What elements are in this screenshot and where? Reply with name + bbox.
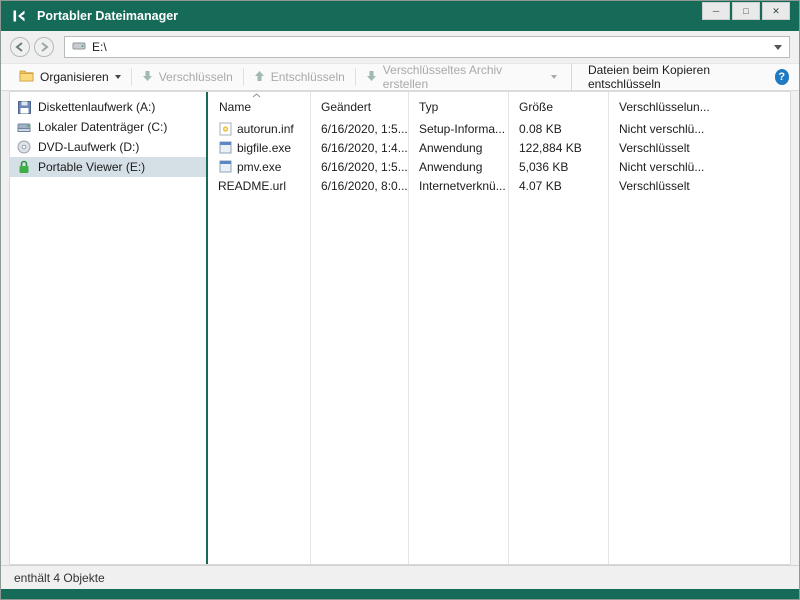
drive-icon (72, 40, 86, 55)
column-header-type[interactable]: Typ (408, 100, 508, 114)
column-header-size[interactable]: Größe (508, 100, 608, 114)
hard-drive-icon (16, 121, 32, 134)
back-button[interactable] (10, 37, 30, 57)
drive-sidebar: Diskettenlaufwerk (A:) Lokaler Datenträg… (10, 92, 206, 564)
chevron-down-icon (115, 75, 121, 79)
chevron-down-icon (551, 75, 557, 79)
minimize-button[interactable]: ─ (702, 2, 730, 20)
maximize-button[interactable]: □ (732, 2, 760, 20)
file-name: pmv.exe (237, 160, 281, 174)
sidebar-item-drive-d[interactable]: DVD-Laufwerk (D:) (10, 137, 206, 157)
file-row-autorun[interactable]: autorun.inf 6/16/2020, 1:5... Setup-Info… (208, 119, 790, 138)
decrypt-button[interactable]: Entschlüsseln (246, 64, 353, 90)
sort-ascending-icon (252, 93, 261, 98)
create-encrypted-archive-button[interactable]: Verschlüsseltes Archiv erstellen (358, 64, 543, 90)
folder-icon (19, 69, 34, 85)
file-type: Anwendung (408, 141, 508, 155)
file-row-pmv[interactable]: pmv.exe 6/16/2020, 1:5... Anwendung 5,03… (208, 157, 790, 176)
sidebar-item-label: Lokaler Datenträger (C:) (38, 120, 167, 134)
file-name-cell: README.url (208, 179, 310, 193)
file-list-panel: Name Geändert Typ Größe Verschlüsselun..… (208, 92, 790, 564)
file-type: Internetverknü... (408, 179, 508, 193)
organize-button[interactable]: Organisieren (11, 64, 129, 90)
bottom-accent-strip (1, 589, 799, 599)
file-size: 122,884 KB (508, 141, 608, 155)
arrow-down-icon (142, 70, 153, 85)
title-bar[interactable]: Portabler Dateimanager ─ □ ✕ (1, 1, 799, 31)
sidebar-item-label: Diskettenlaufwerk (A:) (38, 100, 155, 114)
floppy-icon (16, 101, 32, 114)
file-encryption: Nicht verschlü... (608, 160, 790, 174)
file-modified: 6/16/2020, 1:5... (310, 160, 408, 174)
file-name-cell: pmv.exe (208, 160, 310, 174)
toolbar-separator (243, 68, 244, 86)
file-type: Setup-Informa... (408, 122, 508, 136)
arrow-up-icon (254, 70, 265, 85)
toolbar: Organisieren Verschlüsseln Entschlüsseln… (1, 63, 799, 91)
toolbar-separator (131, 68, 132, 86)
kaspersky-logo-icon (11, 8, 29, 24)
decrypt-on-copy-option[interactable]: Dateien beim Kopieren entschlüsseln (588, 63, 767, 91)
create-archive-label: Verschlüsseltes Archiv erstellen (383, 63, 535, 91)
address-bar[interactable]: E:\ (64, 36, 790, 58)
sidebar-item-label: Portable Viewer (E:) (38, 160, 145, 174)
file-name: README.url (218, 179, 286, 193)
status-bar: enthält 4 Objekte (1, 565, 799, 589)
file-encryption: Nicht verschlü... (608, 122, 790, 136)
file-modified: 6/16/2020, 1:5... (310, 122, 408, 136)
archive-dropdown-button[interactable] (543, 64, 565, 90)
file-name: autorun.inf (237, 122, 294, 136)
application-file-icon (218, 141, 232, 154)
column-headers: Name Geändert Typ Größe Verschlüsselun..… (208, 92, 790, 119)
close-button[interactable]: ✕ (762, 2, 790, 20)
file-name: bigfile.exe (237, 141, 291, 155)
help-icon[interactable]: ? (775, 69, 789, 85)
navigation-bar: E:\ (1, 31, 799, 63)
app-window: Portabler Dateimanager ─ □ ✕ E:\ (0, 0, 800, 600)
main-content: Diskettenlaufwerk (A:) Lokaler Datenträg… (9, 91, 791, 565)
file-modified: 6/16/2020, 1:4... (310, 141, 408, 155)
toolbar-separator (355, 68, 356, 86)
column-header-encryption[interactable]: Verschlüsselun... (608, 100, 790, 114)
toolbar-separator (571, 63, 572, 91)
address-text: E:\ (92, 40, 107, 54)
column-header-name[interactable]: Name (208, 100, 310, 114)
sidebar-item-label: DVD-Laufwerk (D:) (38, 140, 139, 154)
column-header-modified[interactable]: Geändert (310, 100, 408, 114)
file-size: 0.08 KB (508, 122, 608, 136)
forward-button[interactable] (34, 37, 54, 57)
encrypt-button[interactable]: Verschlüsseln (134, 64, 241, 90)
status-text: enthält 4 Objekte (14, 571, 105, 585)
dvd-icon (16, 140, 32, 154)
decrypt-label: Entschlüsseln (271, 70, 345, 84)
file-size: 5,036 KB (508, 160, 608, 174)
file-size: 4.07 KB (508, 179, 608, 193)
window-title: Portabler Dateimanager (37, 9, 178, 23)
address-dropdown-icon[interactable] (774, 45, 782, 50)
organize-label: Organisieren (40, 70, 109, 84)
file-name-cell: bigfile.exe (208, 141, 310, 155)
encrypt-label: Verschlüsseln (159, 70, 233, 84)
setup-file-icon (218, 122, 232, 136)
file-encryption: Verschlüsselt (608, 179, 790, 193)
application-file-icon (218, 160, 232, 173)
toolbar-right-group: Dateien beim Kopieren entschlüsseln ? (565, 63, 789, 91)
sidebar-item-drive-c[interactable]: Lokaler Datenträger (C:) (10, 117, 206, 137)
window-controls: ─ □ ✕ (702, 2, 790, 20)
file-modified: 6/16/2020, 8:0... (310, 179, 408, 193)
arrow-down-icon (366, 70, 377, 85)
sidebar-item-drive-a[interactable]: Diskettenlaufwerk (A:) (10, 97, 206, 117)
file-encryption: Verschlüsselt (608, 141, 790, 155)
file-row-bigfile[interactable]: bigfile.exe 6/16/2020, 1:4... Anwendung … (208, 138, 790, 157)
file-row-readme[interactable]: README.url 6/16/2020, 8:0... Internetver… (208, 176, 790, 195)
sidebar-item-drive-e[interactable]: Portable Viewer (E:) (10, 157, 206, 177)
file-type: Anwendung (408, 160, 508, 174)
file-name-cell: autorun.inf (208, 122, 310, 136)
lock-icon (16, 160, 32, 174)
